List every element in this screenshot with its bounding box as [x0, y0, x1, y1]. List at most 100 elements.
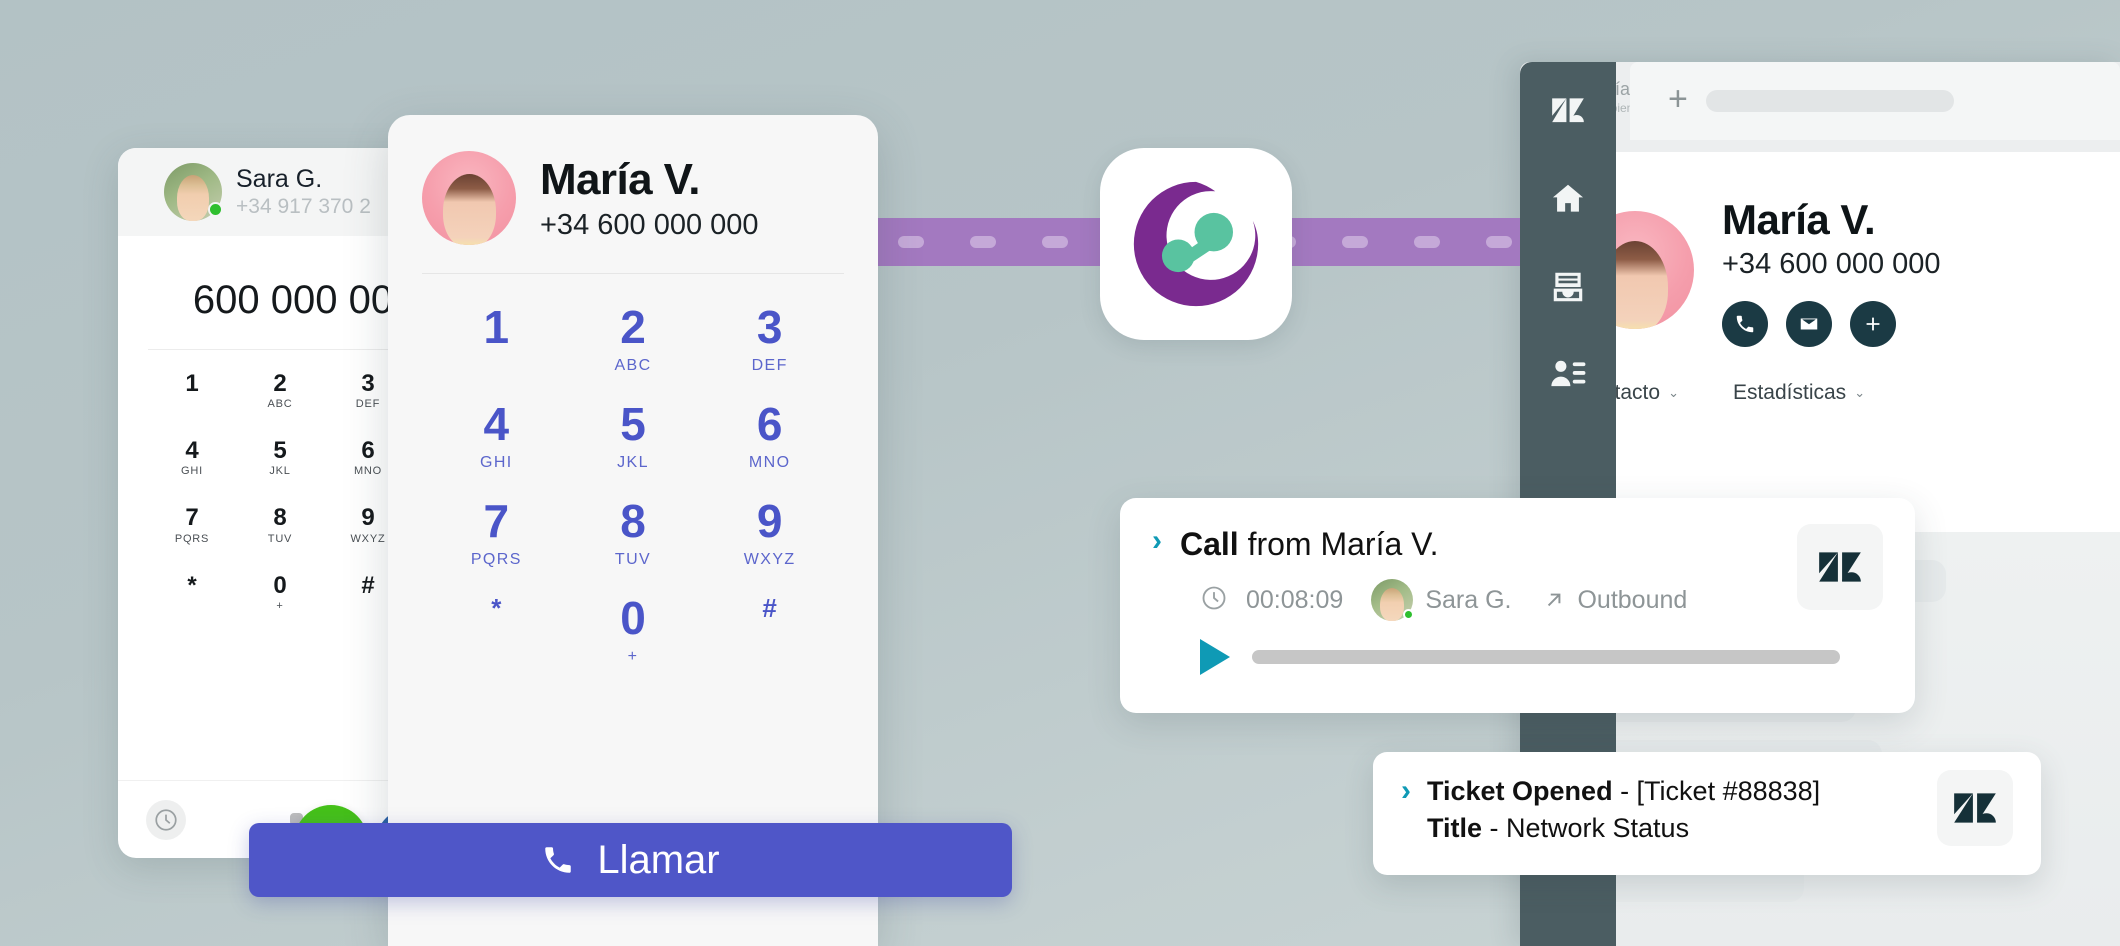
tab-estadisticas[interactable]: Estadísticas ⌄	[1733, 381, 1865, 405]
ticket-line-1: Ticket Opened - [Ticket #88838]	[1427, 776, 1820, 807]
key-digit: 1	[185, 370, 199, 397]
dialpad-key-6[interactable]: 6 MNO	[701, 401, 838, 472]
dialpad-key-star[interactable]: *	[148, 566, 236, 619]
dialpad-key-9[interactable]: 9 WXYZ	[701, 498, 838, 569]
dialpad-key-8[interactable]: 8 TUV	[565, 498, 702, 569]
connector-dash	[898, 236, 924, 248]
email-action-button[interactable]	[1786, 301, 1832, 347]
call-agent: Sara G.	[1371, 579, 1511, 621]
key-digit: 7	[483, 495, 510, 547]
key-digit: 0	[273, 571, 287, 599]
dialpad-key-1[interactable]: 1	[148, 364, 236, 417]
connect-app-logo-icon	[1133, 181, 1259, 307]
call-notification-title: Call from María V.	[1180, 526, 1438, 563]
key-digit: 1	[483, 301, 510, 353]
ticket-line-2: Title - Network Status	[1427, 813, 1820, 844]
dialpad-key-5[interactable]: 5 JKL	[236, 431, 324, 484]
key-digit: 4	[483, 398, 510, 450]
dialpad-key-0[interactable]: 0 +	[236, 566, 324, 619]
connector-dash	[1414, 236, 1440, 248]
contact-actions	[1722, 301, 1941, 347]
dialpad-key-star[interactable]: *	[428, 595, 565, 666]
key-letters: GHI	[181, 465, 203, 478]
call-direction-label: Outbound	[1577, 585, 1688, 614]
dialpad-key-4[interactable]: 4 GHI	[428, 401, 565, 472]
key-digit: 8	[273, 504, 287, 532]
key-letters: JKL	[617, 454, 649, 471]
connector-dash	[1042, 236, 1068, 248]
zendesk-logo-icon	[1552, 98, 1584, 123]
llamar-button-label: Llamar	[597, 837, 720, 882]
contact-phone: +34 600 000 000	[540, 208, 759, 241]
key-digit: 9	[756, 495, 783, 547]
home-icon	[1552, 184, 1584, 212]
key-letters: MNO	[748, 454, 791, 471]
key-letters: PQRS	[470, 551, 522, 568]
llamar-button[interactable]: Llamar	[249, 823, 1012, 897]
dialpad-key-7[interactable]: 7 PQRS	[428, 498, 565, 569]
sidebar-item-customers[interactable]	[1545, 352, 1591, 398]
add-action-button[interactable]	[1850, 301, 1896, 347]
call-recording-player	[1200, 639, 1915, 675]
sidebar-item-views[interactable]	[1545, 264, 1591, 310]
dialpad-key-2[interactable]: 2 ABC	[236, 364, 324, 417]
sidebar-item-zendesk-logo[interactable]	[1545, 88, 1591, 134]
dialpad-key-hash[interactable]: #	[701, 595, 838, 666]
dialpad-key-1[interactable]: 1	[428, 304, 565, 375]
dialpad-contact-header: María V. +34 600 000 000	[388, 115, 878, 245]
agent-name: Sara G.	[236, 165, 323, 193]
call-action-button[interactable]	[1722, 301, 1768, 347]
plus-icon	[1866, 317, 1880, 331]
arrow-up-right-icon	[1548, 593, 1561, 607]
dialpad-key-0[interactable]: 0 +	[565, 595, 702, 666]
dialpad-key-4[interactable]: 4 GHI	[148, 431, 236, 484]
key-digit: #	[762, 593, 777, 623]
progress-bar[interactable]	[1252, 650, 1840, 664]
key-letters: ABC	[614, 357, 652, 374]
key-digit: 4	[185, 437, 199, 465]
phone-icon	[545, 847, 572, 873]
key-letters: TUV	[267, 532, 293, 545]
dialpad-key-8[interactable]: 8 TUV	[236, 498, 324, 551]
call-direction: Outbound	[1541, 586, 1687, 615]
connector-dash	[1486, 236, 1512, 248]
key-letters: +	[276, 599, 284, 612]
chevron-down-icon: ⌄	[1668, 385, 1679, 400]
sidebar-item-home[interactable]	[1545, 176, 1591, 222]
dialpad-key-2[interactable]: 2 ABC	[565, 304, 702, 375]
app-logo	[1100, 148, 1292, 340]
key-digit: 2	[273, 370, 287, 397]
search-input[interactable]	[1705, 90, 1954, 112]
dialpad-key-5[interactable]: 5 JKL	[565, 401, 702, 472]
clock-icon	[1200, 584, 1228, 617]
chevron-right-icon: ›	[1401, 774, 1411, 807]
dialpad-card: María V. +34 600 000 000 1 2 ABC 3 DEF 4 GH…	[388, 115, 878, 946]
chevron-down-icon: ⌄	[1854, 385, 1866, 400]
key-digit: 0	[620, 592, 646, 644]
dialpad: 1 2 ABC 3 DEF 4 GHI 5 JKL 6 MNO 7 PQRS 8 TUV 9 W…	[388, 274, 878, 666]
ticket-line-2-rest: - Network Status	[1482, 813, 1690, 843]
call-notification-card[interactable]: › Call from María V. 00:08:09 Sara G. Ou…	[1120, 498, 1915, 713]
zendesk-logo-icon	[1954, 793, 1996, 823]
ticket-notification-card[interactable]: › Ticket Opened - [Ticket #88838] Title …	[1373, 752, 2041, 875]
dialpad-key-3[interactable]: 3 DEF	[701, 304, 838, 375]
key-letters: ABC	[267, 398, 293, 411]
ticket-line-1-rest: - [Ticket #88838]	[1612, 776, 1821, 806]
history-button[interactable]	[146, 799, 186, 840]
source-badge	[1937, 770, 2013, 846]
avatar	[422, 151, 516, 245]
play-icon[interactable]	[1200, 639, 1230, 675]
key-digit: 3	[756, 301, 783, 353]
dialpad-key-7[interactable]: 7 PQRS	[148, 498, 236, 551]
plus-icon[interactable]: +	[1668, 82, 1688, 116]
clock-icon	[155, 808, 177, 831]
agent-phone: +34 917 370 2	[236, 195, 371, 218]
contact-name: María V.	[1722, 196, 1876, 243]
call-notification-title-rest: from María V.	[1238, 526, 1439, 562]
chevron-right-icon: ›	[1152, 524, 1162, 557]
ticket-line-2-bold: Title	[1427, 813, 1483, 843]
envelope-icon	[1800, 318, 1818, 330]
contact-phone: +34 600 000 000	[1722, 248, 1941, 280]
key-letters: PQRS	[174, 532, 210, 545]
key-letters: JKL	[269, 465, 291, 478]
